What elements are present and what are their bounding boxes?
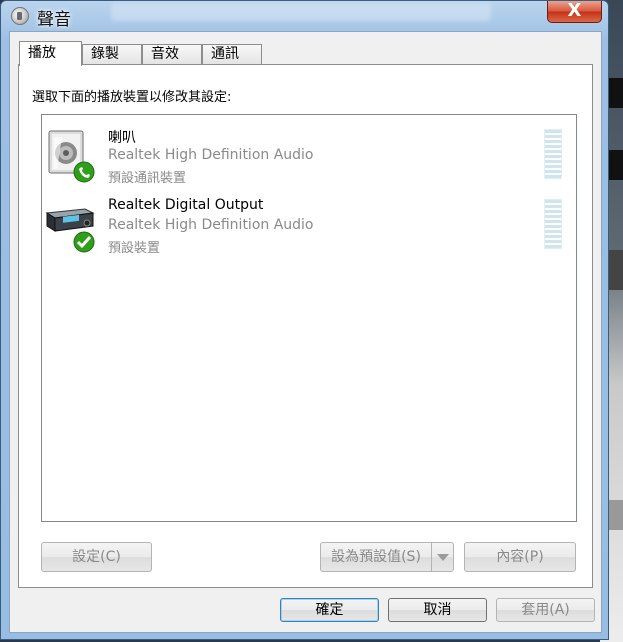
digital-output-icon xyxy=(45,208,95,253)
sound-dialog: 聲音 X 播放 錄製 音效 通訊 選取下面的播放裝置以修改其設定: 喇叭 Rea… xyxy=(0,0,609,640)
apply-button[interactable]: 套用(A) xyxy=(496,598,595,622)
volume-meter xyxy=(544,199,562,249)
volume-meter xyxy=(544,129,562,179)
tab-playback[interactable]: 播放 xyxy=(19,41,82,66)
device-item-digital-output[interactable]: Realtek Digital Output Realtek High Defi… xyxy=(42,195,576,265)
device-status: 預設通訊裝置 xyxy=(108,171,187,186)
configure-button[interactable]: 設定(C) xyxy=(41,542,152,572)
set-default-button[interactable]: 設為預設值(S) xyxy=(320,542,454,572)
dialog-client-area: 播放 錄製 音效 通訊 選取下面的播放裝置以修改其設定: 喇叭 Realtek … xyxy=(9,31,602,633)
instruction-label: 選取下面的播放裝置以修改其設定: xyxy=(32,90,232,105)
ok-button[interactable]: 確定 xyxy=(280,598,379,622)
device-driver: Realtek High Definition Audio xyxy=(108,217,314,233)
device-name: 喇叭 xyxy=(108,130,136,146)
title-bar[interactable]: 聲音 X xyxy=(1,1,608,31)
properties-button[interactable]: 內容(P) xyxy=(464,542,576,572)
device-status: 預設裝置 xyxy=(108,241,161,256)
set-default-label: 設為預設值(S) xyxy=(331,549,421,565)
device-name: Realtek Digital Output xyxy=(108,197,264,213)
tab-recording[interactable]: 錄製 xyxy=(82,44,142,64)
tab-sounds[interactable]: 音效 xyxy=(142,44,202,64)
window-title: 聲音 xyxy=(37,10,71,30)
sound-app-icon xyxy=(11,7,29,25)
close-button[interactable]: X xyxy=(547,1,602,23)
device-item-speakers[interactable]: 喇叭 Realtek High Definition Audio 預設通訊裝置 xyxy=(42,125,576,195)
chevron-down-icon[interactable] xyxy=(431,543,453,571)
speaker-icon xyxy=(48,130,95,183)
cancel-button[interactable]: 取消 xyxy=(388,598,487,622)
close-icon: X xyxy=(567,0,582,21)
device-driver: Realtek High Definition Audio xyxy=(108,147,314,163)
tab-communications[interactable]: 通訊 xyxy=(202,44,262,64)
title-bar-reflection xyxy=(111,3,491,21)
playback-device-list[interactable]: 喇叭 Realtek High Definition Audio 預設通訊裝置 … xyxy=(41,114,577,522)
